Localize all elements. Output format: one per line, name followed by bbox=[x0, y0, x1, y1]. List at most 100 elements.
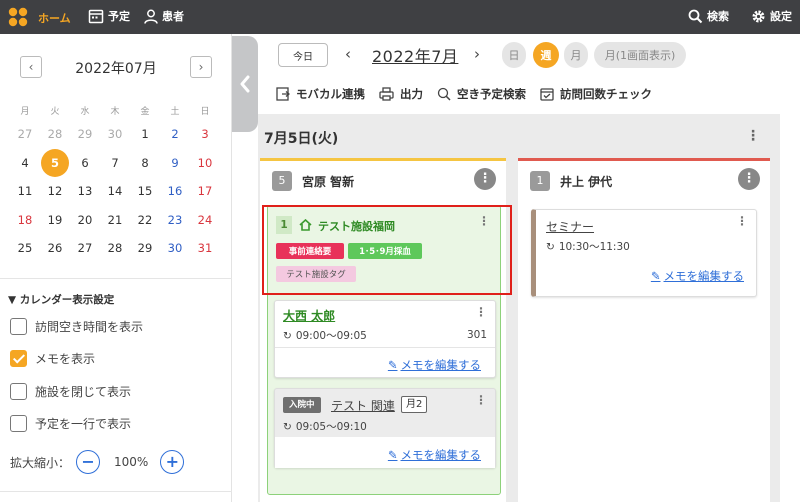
calendar-day[interactable]: 23 bbox=[160, 213, 190, 227]
search-icon bbox=[688, 9, 703, 23]
calendar-day[interactable]: 20 bbox=[70, 213, 100, 227]
checkbox-single-line[interactable] bbox=[10, 415, 27, 432]
calendar-day[interactable]: 18 bbox=[10, 213, 40, 227]
calendar-day[interactable]: 24 bbox=[190, 213, 220, 227]
view-month-button[interactable]: 月 bbox=[564, 42, 588, 68]
prev-period-button[interactable]: ‹ bbox=[345, 45, 351, 63]
view-month-single-button[interactable]: 月(1画面表示) bbox=[594, 42, 686, 68]
calendar-day[interactable]: 26 bbox=[40, 241, 70, 255]
output-button[interactable]: 出力 bbox=[379, 86, 423, 102]
calendar-day[interactable]: 1 bbox=[130, 127, 160, 141]
edit-memo-link[interactable]: ✎ メモを編集する bbox=[388, 447, 481, 463]
day-panel: 7月5日(火) ⋮ 5 宮原 智新 ⋮ 1 テスト施設福岡 ⋮ 事前連絡要 1･… bbox=[258, 114, 780, 502]
hospitalized-badge: 入院中 bbox=[283, 397, 321, 413]
calendar-day[interactable]: 15 bbox=[130, 184, 160, 198]
staff-more-icon[interactable]: ⋮ bbox=[474, 168, 496, 190]
visit-card[interactable]: 大西 太郎 ⋮ ↻ 09:00〜09:05 301 ✎ メモを編集する bbox=[274, 300, 496, 378]
pencil-icon: ✎ bbox=[387, 358, 398, 372]
current-period-title[interactable]: 2022年7月 bbox=[372, 43, 458, 67]
calendar-day[interactable]: 27 bbox=[70, 241, 100, 255]
calendar-day[interactable]: 2 bbox=[160, 127, 190, 141]
calendar-day[interactable]: 7 bbox=[100, 156, 130, 170]
calendar-day[interactable]: 28 bbox=[40, 127, 70, 141]
calendar-day[interactable]: 25 bbox=[10, 241, 40, 255]
visit-card[interactable]: 入院中 テスト 関連 月2 ⋮ ↻ 09:05〜09:10 ✎ メモを編集する bbox=[274, 388, 496, 468]
checkbox-collapse-facility[interactable] bbox=[10, 383, 27, 400]
calendar-day[interactable]: 31 bbox=[190, 241, 220, 255]
visit-more-icon[interactable]: ⋮ bbox=[475, 393, 487, 407]
calendar-day[interactable]: 3 bbox=[190, 127, 220, 141]
calendar-settings-toggle[interactable]: ▼ カレンダー表示設定 bbox=[8, 292, 114, 307]
option-show-free-time[interactable]: 訪問空き時間を表示 bbox=[10, 318, 143, 335]
calendar-day[interactable]: 30 bbox=[160, 241, 190, 255]
event-title[interactable]: セミナー bbox=[546, 218, 594, 235]
nav-settings[interactable]: 設定 bbox=[751, 8, 792, 24]
next-period-button[interactable]: › bbox=[474, 45, 480, 63]
calendar-day[interactable]: 13 bbox=[70, 184, 100, 198]
option-collapse-facility[interactable]: 施設を閉じて表示 bbox=[10, 383, 131, 400]
chevron-right-icon: › bbox=[198, 60, 204, 74]
view-week-button[interactable]: 週 bbox=[533, 42, 559, 68]
calendar-day[interactable]: 4 bbox=[10, 156, 40, 170]
mobacal-link-button[interactable]: モバカル連携 bbox=[276, 86, 365, 102]
edit-memo-link[interactable]: ✎ メモを編集する bbox=[388, 357, 481, 373]
calendar-day[interactable]: 12 bbox=[40, 184, 70, 198]
calendar-day[interactable]: 11 bbox=[10, 184, 40, 198]
prev-month-button[interactable]: ‹ bbox=[20, 56, 42, 78]
divider bbox=[275, 347, 495, 348]
calendar-day[interactable]: 8 bbox=[130, 156, 160, 170]
calendar-day[interactable]: 28 bbox=[100, 241, 130, 255]
edit-memo-link[interactable]: ✎ メモを編集する bbox=[651, 268, 744, 284]
nav-schedule[interactable]: 予定 bbox=[88, 8, 130, 24]
edit-memo-label: メモを編集する bbox=[663, 269, 745, 283]
zoom-out-button[interactable]: − bbox=[76, 450, 101, 474]
calendar-day[interactable]: 29 bbox=[130, 241, 160, 255]
next-month-button[interactable]: › bbox=[190, 56, 212, 78]
app-logo-icon[interactable] bbox=[8, 7, 28, 27]
nav-settings-label: 設定 bbox=[770, 10, 792, 23]
today-button[interactable]: 今日 bbox=[278, 43, 328, 67]
calendar-day[interactable]: 22 bbox=[130, 213, 160, 227]
calendar-day-selected[interactable]: 5 bbox=[40, 148, 70, 177]
option-single-line[interactable]: 予定を一行で表示 bbox=[10, 415, 131, 432]
checkbox-free-time[interactable] bbox=[10, 318, 27, 335]
visit-more-icon[interactable]: ⋮ bbox=[475, 305, 487, 319]
event-card[interactable]: セミナー ⋮ ↻ 10:30〜11:30 ✎ メモを編集する bbox=[531, 209, 757, 297]
divider bbox=[0, 278, 232, 279]
calendar-day[interactable]: 19 bbox=[40, 213, 70, 227]
calendar-day[interactable]: 14 bbox=[100, 184, 130, 198]
zoom-in-button[interactable]: + bbox=[160, 450, 185, 474]
free-slot-search-button[interactable]: 空き予定検索 bbox=[437, 86, 526, 102]
sidebar-collapse-button[interactable] bbox=[232, 36, 258, 132]
checkbox-memo[interactable] bbox=[10, 350, 27, 367]
calendar-day[interactable]: 10 bbox=[190, 156, 220, 170]
calendar-day[interactable]: 16 bbox=[160, 184, 190, 198]
nav-patients[interactable]: 患者 bbox=[144, 8, 184, 24]
option-show-memo[interactable]: メモを表示 bbox=[10, 350, 95, 367]
calendar-day[interactable]: 29 bbox=[70, 127, 100, 141]
nav-patients-label: 患者 bbox=[162, 10, 184, 23]
view-day-button[interactable]: 日 bbox=[502, 42, 526, 68]
zoom-control: 拡大縮小： − 100% + bbox=[10, 450, 185, 474]
visit-time: ↻ 09:00〜09:05 bbox=[283, 328, 367, 343]
patient-name[interactable]: 大西 太郎 bbox=[283, 307, 335, 324]
staff-more-icon[interactable]: ⋮ bbox=[738, 168, 760, 190]
zoom-label: 拡大縮小： bbox=[10, 455, 71, 470]
calendar-day[interactable]: 9 bbox=[160, 156, 190, 170]
calendar-week-row: 4 5 6 7 8 9 10 bbox=[10, 148, 220, 178]
weekday-label: 金 bbox=[140, 106, 150, 117]
calendar-day[interactable]: 21 bbox=[100, 213, 130, 227]
calendar-day[interactable]: 27 bbox=[10, 127, 40, 141]
calendar-day[interactable]: 6 bbox=[70, 156, 100, 170]
sidebar: 2022年07月 ‹ › 月 火 水 木 金 土 日 27 28 29 30 1… bbox=[0, 34, 232, 502]
calendar-day[interactable]: 17 bbox=[190, 184, 220, 198]
nav-search[interactable]: 検索 bbox=[688, 8, 729, 24]
recurring-icon: ↻ bbox=[283, 420, 292, 433]
nav-home[interactable]: ホーム bbox=[38, 10, 71, 26]
patient-name[interactable]: テスト 関連 bbox=[331, 397, 395, 414]
calendar-day[interactable]: 30 bbox=[100, 127, 130, 141]
chevron-left-icon: ‹ bbox=[28, 60, 34, 74]
day-more-icon[interactable]: ⋮ bbox=[746, 128, 760, 144]
event-more-icon[interactable]: ⋮ bbox=[736, 214, 748, 228]
visit-count-check-button[interactable]: 訪問回数チェック bbox=[540, 86, 652, 102]
